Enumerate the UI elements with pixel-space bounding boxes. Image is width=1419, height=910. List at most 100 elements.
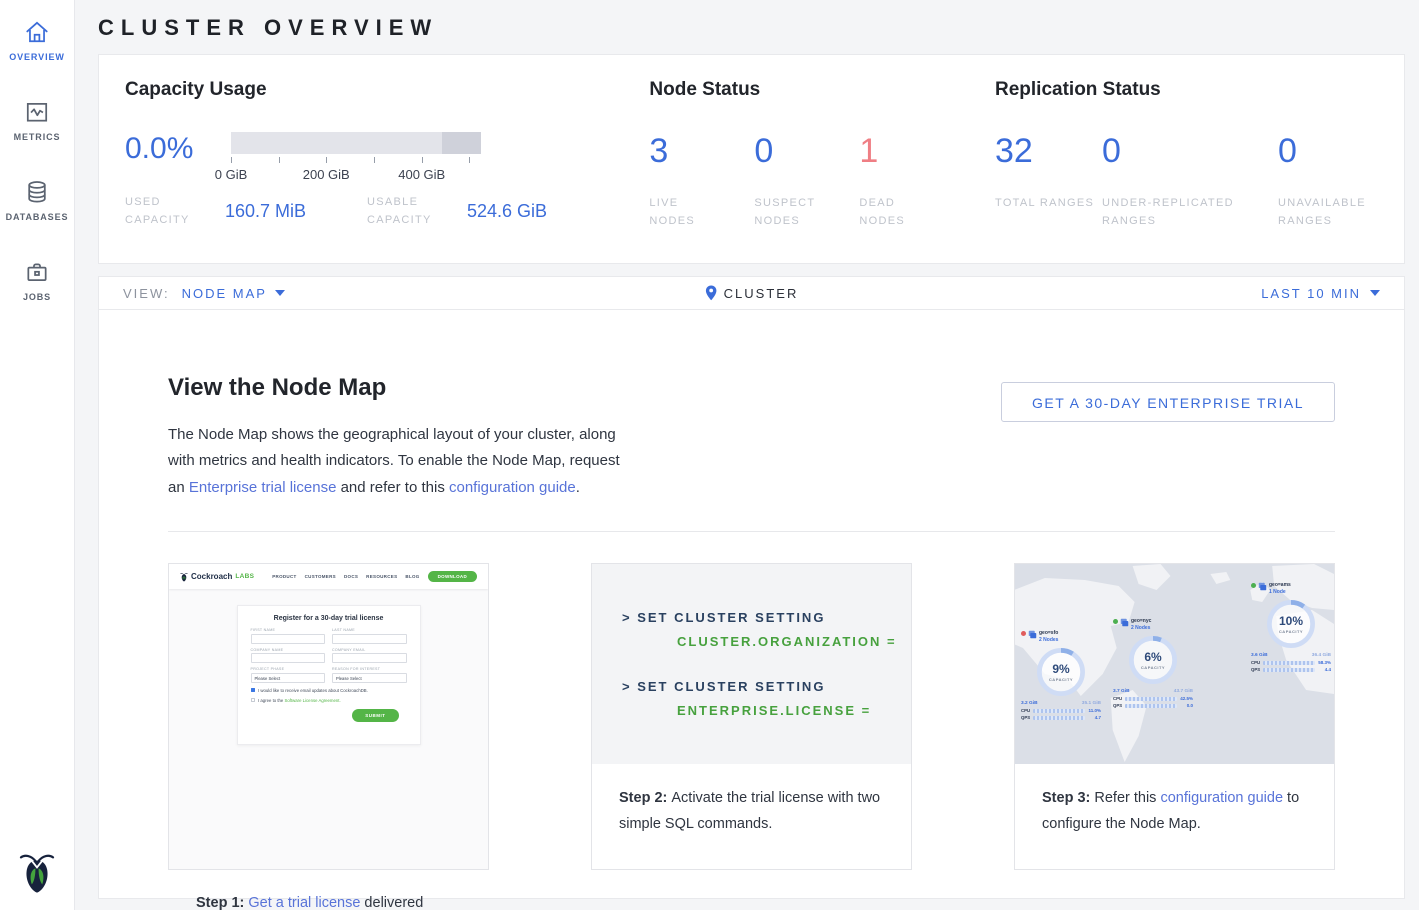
node-map-heading: View the Node Map [168,374,634,402]
total-ranges-value: 32 [995,134,1102,168]
sidebar-item-overview[interactable]: OVERVIEW [0,0,74,80]
sql-commands-block: > SET CLUSTER SETTING CLUSTER.ORGANIZATI… [592,564,911,764]
step3-card: geo=sfo2 Nodes 9%CAPACITY 3.2 GiB35.1 Gi… [1014,563,1335,870]
suspect-nodes-metric: 0 SUSPECT NODES [754,134,859,230]
live-nodes-label: LIVE NODES [649,194,721,230]
capacity-ring: 10%CAPACITY [1264,597,1318,651]
unavailable-ranges-metric: 0 UNAVAILABLE RANGES [1278,134,1378,230]
capacity-ring: 6%CAPACITY [1126,633,1180,687]
location-pin-icon [705,285,717,301]
usable-gib: 36.4 GiB [1312,653,1331,658]
field-label: COMPANY EMAIL [332,648,407,652]
view-label: VIEW: [123,286,170,301]
node-status-dot [1113,619,1118,624]
description-text: . [576,479,580,496]
mini-site-nav: PRODUCT CUSTOMERS DOCS RESOURCES BLOG DO… [272,571,477,582]
cpu-bar [1263,661,1315,665]
cluster-summary-card: Capacity Usage 0.0% 0 GiB 200 GiB 400 Gi… [98,54,1405,264]
gauge-tick-label: 200 GiB [303,167,350,182]
view-bar: VIEW: NODE MAP CLUSTER LAST 10 MIN [98,276,1405,310]
time-range-selector[interactable]: LAST 10 MIN [1261,286,1380,301]
usable-gib: 35.1 GiB [1082,701,1101,706]
field-label: LAST NAME [332,628,407,632]
usable-capacity-value: 524.6 GiB [467,201,547,222]
step-label: Step 1: [196,895,248,910]
used-gib: 3.2 GiB [1021,701,1038,706]
total-ranges-metric: 32 TOTAL RANGES [995,134,1102,230]
live-nodes-metric: 3 LIVE NODES [649,134,754,230]
capacity-usage-panel: Capacity Usage 0.0% 0 GiB 200 GiB 400 Gi… [125,79,649,263]
sidebar-item-jobs[interactable]: JOBS [0,240,74,320]
node-count: 2 Nodes [1039,637,1058,643]
node-stack-icon [1028,630,1037,639]
node-status-title: Node Status [649,79,995,101]
get-trial-license-link[interactable]: Get a trial license [248,895,360,910]
locality-label: geo=nyc [1131,618,1151,624]
sql-command: > SET CLUSTER SETTING [622,611,911,624]
locality-label: geo=ams [1269,582,1291,588]
registration-form: Register for a 30-day trial license FIRS… [237,605,421,745]
qps-bar [1033,716,1085,720]
cockroachdb-logo [180,572,188,582]
steps-row: Cockroach LABS PRODUCT CUSTOMERS DOCS RE… [168,563,1335,870]
view-selector[interactable]: NODE MAP [182,286,285,301]
cockroachdb-logo [18,850,56,894]
sidebar-item-metrics[interactable]: METRICS [0,80,74,160]
briefcase-icon [24,259,50,285]
capacity-gauge-segment [442,132,481,154]
node-status-dot [1021,631,1026,636]
cpu-bar [1033,709,1085,713]
node-status-dot [1251,583,1256,588]
field-label: REASON FOR INTEREST [332,667,407,671]
qps-bar [1125,704,1177,708]
databases-icon [24,179,50,205]
enterprise-trial-button[interactable]: GET A 30-DAY ENTERPRISE TRIAL [1001,382,1335,422]
cpu-bar [1125,697,1177,701]
configuration-guide-link[interactable]: configuration guide [449,479,576,496]
nav-item: BLOG [405,574,419,579]
node-count: 1 Node [1269,589,1291,595]
breadcrumb-cluster-label: CLUSTER [724,286,799,301]
divider [168,531,1335,532]
under-replicated-metric: 0 UNDER-REPLICATED RANGES [1102,134,1278,230]
capacity-gauge-ticks [231,157,481,164]
field-select: Please Select [332,673,407,683]
step1-screenshot: Cockroach LABS PRODUCT CUSTOMERS DOCS RE… [169,564,488,869]
node-map-section: View the Node Map The Node Map shows the… [98,310,1405,899]
unavailable-ranges-label: UNAVAILABLE RANGES [1278,194,1378,230]
under-replicated-value: 0 [1102,134,1278,168]
sidebar-item-label: OVERVIEW [9,52,65,62]
enterprise-trial-license-link[interactable]: Enterprise trial license [189,479,337,496]
checkbox-checked [251,688,256,693]
field-input [251,634,326,644]
under-replicated-label: UNDER-REPLICATED RANGES [1102,194,1262,230]
field-input [332,653,407,663]
field-input [251,653,326,663]
replication-status-panel: Replication Status 32 TOTAL RANGES 0 UND… [995,79,1378,263]
suspect-nodes-value: 0 [754,134,859,168]
qps-bar [1263,668,1315,672]
configuration-guide-link[interactable]: configuration guide [1160,790,1283,806]
sidebar-item-label: METRICS [14,132,61,142]
field-label: FIRST NAME [251,628,326,632]
page-title: CLUSTER OVERVIEW [98,0,1405,54]
node-stack-icon [1120,618,1129,627]
node-map-description: The Node Map shows the geographical layo… [168,422,634,501]
time-range-value: LAST 10 MIN [1261,286,1361,301]
capacity-label: CAPACITY [1141,665,1165,670]
checkbox-unchecked [251,698,256,703]
field-label: COMPANY NAME [251,648,326,652]
gauge-tick-label: 0 GiB [215,167,248,182]
capacity-usage-title: Capacity Usage [125,79,649,101]
total-ranges-label: TOTAL RANGES [995,194,1102,212]
node-count: 2 Nodes [1131,625,1151,631]
node-map-preview: geo=sfo2 Nodes 9%CAPACITY 3.2 GiB35.1 Gi… [1015,564,1334,764]
license-agreement-link: Software License Agreement. [285,698,341,703]
registration-form-heading: Register for a 30-day trial license [251,615,407,622]
node-map-marker-sfo: geo=sfo2 Nodes 9%CAPACITY 3.2 GiB35.1 Gi… [1021,630,1101,720]
download-button: DOWNLOAD [428,571,477,582]
metrics-icon [24,99,50,125]
capacity-gauge-bar [231,132,481,154]
step3-caption: Step 3: Refer this configuration guide t… [1015,764,1334,858]
sidebar-item-databases[interactable]: DATABASES [0,160,74,240]
